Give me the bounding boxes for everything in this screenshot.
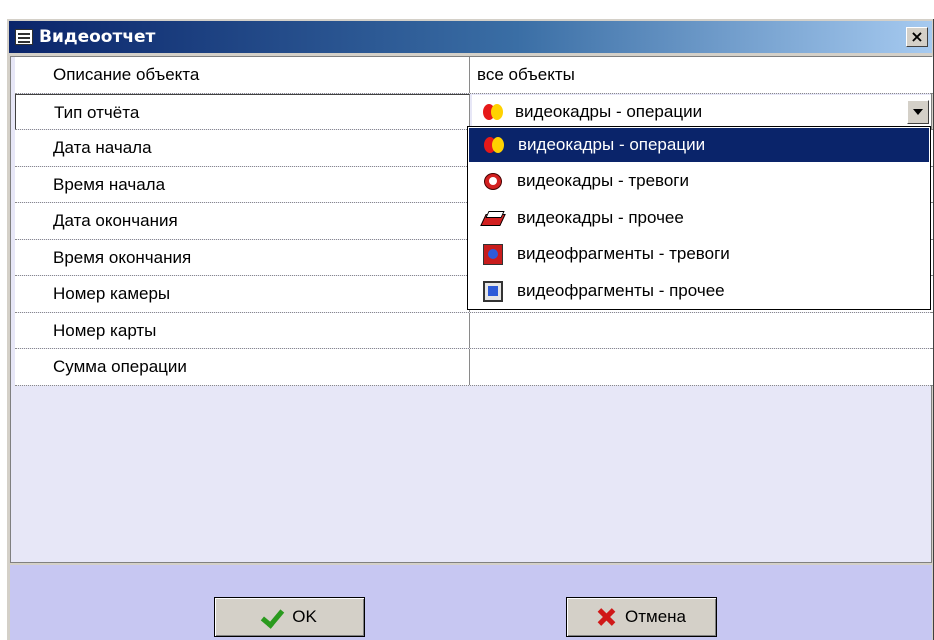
property-label: Номер карты <box>15 312 470 348</box>
dropdown-option[interactable]: видеофрагменты - прочее <box>468 273 930 310</box>
ok-button[interactable]: OK <box>214 597 365 637</box>
misc-frames-icon <box>481 207 505 229</box>
ok-button-label: OK <box>292 607 317 626</box>
property-label: Номер камеры <box>15 276 470 312</box>
property-label: Время начала <box>15 166 470 202</box>
cancel-button-label: Отмена <box>625 607 686 626</box>
alarm-clock-icon <box>481 170 505 192</box>
combobox-selected-text: видеокадры - операции <box>515 101 703 121</box>
property-value[interactable]: все объекты <box>470 57 933 93</box>
close-button[interactable]: × <box>906 27 928 47</box>
option-label: видеофрагменты - прочее <box>517 280 725 300</box>
dropdown-arrow-button[interactable] <box>907 99 929 124</box>
operations-icon <box>481 101 505 123</box>
report-type-combobox[interactable]: видеокадры - операции <box>472 94 931 129</box>
property-row[interactable]: Сумма операции <box>15 349 933 386</box>
dropdown-option[interactable]: видеокадры - операции <box>469 128 929 162</box>
report-type-dropdown-list: видеокадры - операции видеокадры - трево… <box>467 126 931 310</box>
option-label: видеофрагменты - тревоги <box>517 244 730 264</box>
property-label: Время окончания <box>15 239 470 275</box>
option-label: видеокадры - прочее <box>517 207 684 227</box>
property-label: Сумма операции <box>15 349 470 385</box>
property-label: Тип отчёта <box>15 93 470 129</box>
property-value[interactable] <box>470 312 933 348</box>
property-row[interactable]: Номер карты <box>15 312 933 349</box>
alarm-fragment-icon <box>481 243 505 266</box>
property-label: Описание объекта <box>15 57 470 93</box>
dropdown-option[interactable]: видеокадры - тревоги <box>468 163 930 200</box>
property-value[interactable] <box>470 349 933 385</box>
checkmark-icon <box>262 610 282 624</box>
misc-fragment-icon <box>481 280 505 302</box>
button-bar: OK Отмена <box>10 565 932 640</box>
property-row[interactable]: Описание объекта все объекты <box>15 57 933 94</box>
window-title: Видеоотчет <box>39 27 156 47</box>
title-bar[interactable]: Видеоотчет × <box>9 21 932 53</box>
report-dialog: Видеоотчет × Описание объекта все объект… <box>6 18 934 640</box>
property-row[interactable]: Тип отчёта видеокадры - операции <box>15 93 933 130</box>
operations-icon <box>482 134 506 156</box>
option-label: видеокадры - тревоги <box>517 171 690 191</box>
cancel-button[interactable]: Отмена <box>566 597 717 637</box>
property-label: Дата окончания <box>15 203 470 239</box>
dropdown-option[interactable]: видеофрагменты - тревоги <box>468 236 930 273</box>
property-label: Дата начала <box>15 130 470 166</box>
window-icon <box>15 29 33 45</box>
dropdown-option[interactable]: видеокадры - прочее <box>468 200 930 237</box>
option-label: видеокадры - операции <box>518 135 706 154</box>
cross-icon <box>597 608 615 626</box>
